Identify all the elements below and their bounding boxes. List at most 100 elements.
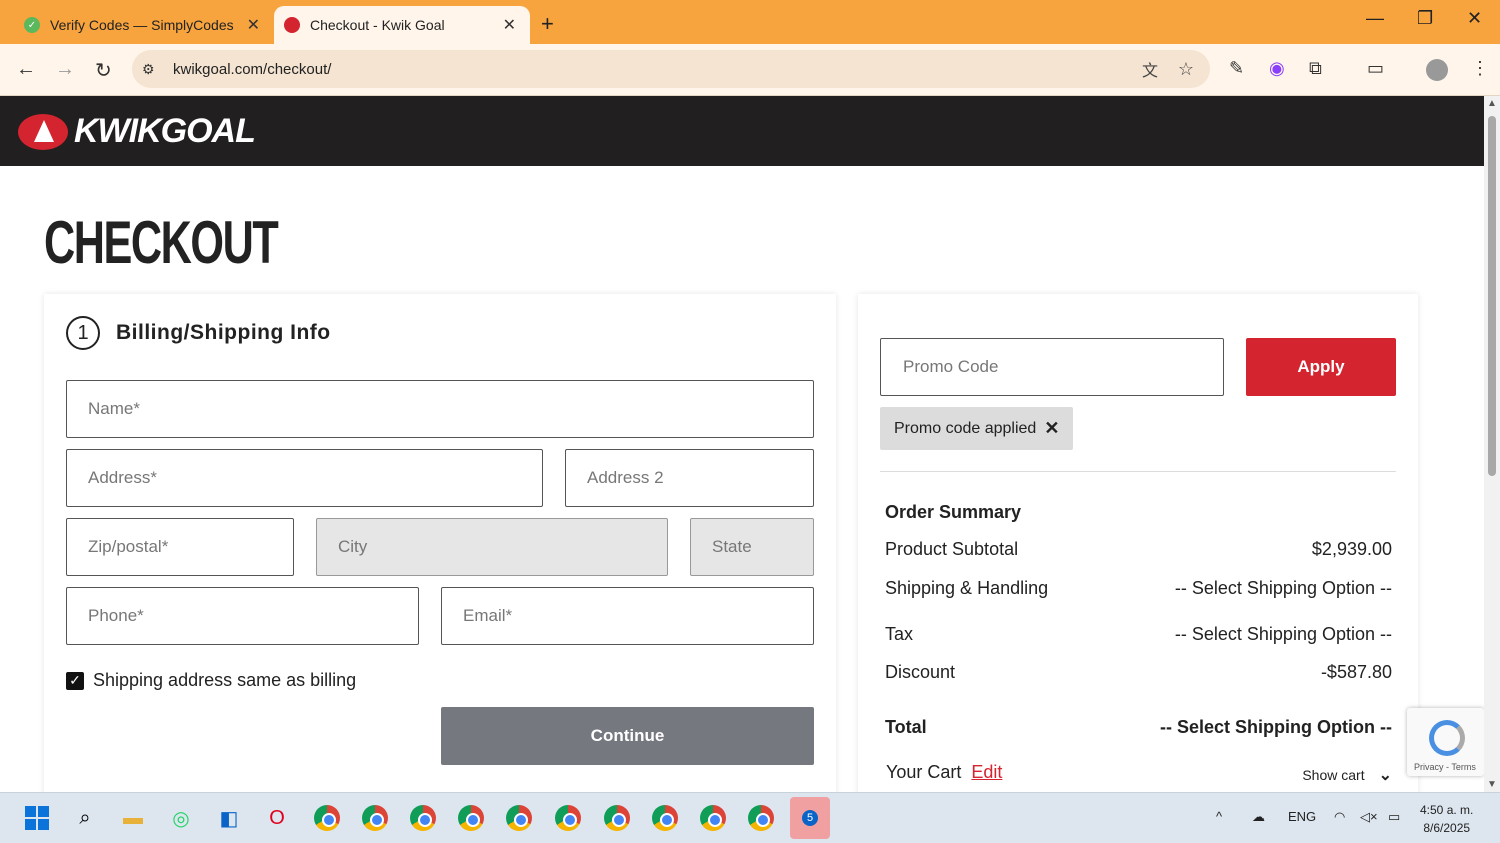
simplycodes-favicon-icon: ✓ — [24, 17, 40, 33]
address2-field[interactable]: Address 2 — [565, 449, 814, 507]
name-field[interactable]: Name* — [66, 380, 814, 438]
recaptcha-links[interactable]: Privacy - Terms — [1414, 762, 1476, 772]
promo-applied-chip: Promo code applied ✕ — [880, 407, 1074, 450]
menu-kebab-icon[interactable]: ⋮ — [1471, 58, 1489, 79]
bookmark-star-icon[interactable]: ☆ — [1178, 59, 1194, 80]
reload-icon[interactable]: ↻ — [95, 58, 112, 83]
profile-avatar[interactable] — [1426, 59, 1448, 81]
url-text: kwikgoal.com/checkout/ — [173, 60, 332, 78]
recaptcha-badge[interactable]: Privacy - Terms — [1407, 708, 1484, 776]
browser-tab-bar: ✓ Verify Codes — SimplyCodes ✕ Checkout … — [0, 0, 1500, 44]
same-address-label: Shipping address same as billing — [93, 670, 357, 690]
step-number: 1 — [66, 316, 100, 350]
badge-count: 5 — [802, 810, 818, 826]
recaptcha-icon — [1429, 720, 1465, 756]
kwikgoal-logo[interactable]: KWIKGOAL — [18, 112, 256, 151]
scrollbar-thumb[interactable] — [1488, 116, 1496, 476]
chevron-up-icon[interactable]: ^ — [1216, 809, 1222, 824]
restore-icon[interactable]: ❐ — [1417, 8, 1433, 29]
search-icon[interactable]: ⌕ — [70, 803, 100, 833]
address-field[interactable]: Address* — [66, 449, 543, 507]
remove-promo-icon[interactable]: ✕ — [1044, 418, 1059, 439]
promo-code-input[interactable]: Promo Code — [880, 338, 1224, 396]
battery-icon[interactable]: ▭ — [1388, 809, 1400, 825]
extension-icon[interactable]: ◉ — [1269, 58, 1285, 79]
tab-search-icon[interactable]: ▭ — [1367, 58, 1384, 79]
step-label: Billing/Shipping Info — [116, 321, 331, 344]
close-tab-icon[interactable]: ✕ — [247, 15, 260, 35]
app-with-badge-icon[interactable]: 5 — [790, 797, 830, 839]
show-cart-toggle[interactable]: Show cart ⌄ — [1302, 765, 1392, 785]
site-info-icon[interactable]: ⚙ — [142, 61, 155, 78]
back-icon[interactable]: ← — [16, 58, 36, 81]
same-address-checkbox[interactable]: ✓ Shipping address same as billing — [66, 670, 356, 691]
close-tab-icon[interactable]: ✕ — [503, 15, 516, 35]
start-windows-icon[interactable] — [22, 803, 52, 833]
windows-taskbar: ⌕ ▬ ◎ ◧ O 5 ^ ☁ ENG ◠ ◁× ▭ 4:50 a. m. 8/… — [0, 792, 1500, 843]
billing-card: 1 Billing/Shipping Info Name* Address* A… — [44, 294, 836, 792]
edit-cart-link[interactable]: Edit — [971, 762, 1002, 783]
page-title: CHECKOUT — [44, 209, 279, 276]
translate-icon[interactable]: 文 — [1142, 57, 1158, 81]
volume-muted-icon[interactable]: ◁× — [1360, 809, 1378, 825]
language-indicator[interactable]: ENG — [1288, 809, 1316, 824]
chrome-profile-icon[interactable] — [312, 803, 342, 833]
email-field[interactable]: Email* — [441, 587, 814, 645]
system-clock[interactable]: 4:50 a. m. 8/6/2025 — [1420, 801, 1473, 837]
order-summary-heading: Order Summary — [885, 502, 1022, 522]
promo-chip-label: Promo code applied — [894, 419, 1037, 437]
onedrive-cloud-icon[interactable]: ☁ — [1252, 809, 1265, 825]
file-explorer-icon[interactable]: ▬ — [118, 803, 148, 833]
chevron-down-icon: ⌄ — [1378, 767, 1392, 784]
row-value: -$587.80 — [1320, 662, 1392, 682]
row-label: Product Subtotal — [885, 539, 1019, 559]
zip-field[interactable]: Zip/postal* — [66, 518, 294, 576]
your-cart: Your Cart Edit — [886, 762, 1002, 783]
city-field[interactable]: City — [316, 518, 668, 576]
page-scrollbar[interactable]: ▲ ▼ — [1484, 96, 1500, 792]
state-field[interactable]: State — [690, 518, 814, 576]
summary-row-total: Total -- Select Shipping Option -- — [885, 717, 1392, 738]
chrome-profile-icon[interactable] — [456, 803, 486, 833]
kwikgoal-favicon-icon — [284, 17, 300, 33]
scroll-down-icon[interactable]: ▼ — [1487, 779, 1497, 790]
edit-extension-icon[interactable]: ✎ — [1229, 58, 1244, 79]
forward-icon[interactable]: → — [55, 58, 75, 81]
address-bar[interactable]: ⚙ kwikgoal.com/checkout/ 文 ☆ — [132, 50, 1210, 88]
tab-label: Verify Codes — SimplyCodes — [50, 17, 234, 33]
clock-time: 4:50 a. m. — [1420, 803, 1474, 817]
chrome-profile-icon[interactable] — [553, 803, 583, 833]
row-label: Tax — [885, 624, 914, 644]
total-value: -- Select Shipping Option -- — [1160, 717, 1392, 737]
apply-button[interactable]: Apply — [1246, 338, 1396, 396]
summary-row-subtotal: Product Subtotal $2,939.00 — [885, 539, 1392, 560]
chrome-profile-icon[interactable] — [650, 803, 680, 833]
chrome-profile-icon[interactable] — [360, 803, 390, 833]
continue-button[interactable]: Continue — [441, 707, 814, 765]
opera-icon[interactable]: O — [262, 803, 292, 833]
chrome-profile-icon[interactable] — [698, 803, 728, 833]
close-window-icon[interactable]: ✕ — [1467, 8, 1482, 29]
checkbox-checked-icon[interactable]: ✓ — [66, 671, 84, 690]
summary-row-tax: Tax -- Select Shipping Option -- — [885, 624, 1392, 645]
tab-kwikgoal[interactable]: Checkout - Kwik Goal ✕ — [274, 6, 530, 44]
chrome-profile-icon[interactable] — [746, 803, 776, 833]
logo-text: KWIKGOAL — [74, 112, 256, 150]
tab-label: Checkout - Kwik Goal — [310, 17, 445, 33]
row-label: Shipping & Handling — [885, 578, 1049, 598]
minimize-icon[interactable]: — — [1366, 8, 1384, 29]
whatsapp-icon[interactable]: ◎ — [166, 803, 196, 833]
your-cart-label: Your Cart — [886, 762, 962, 782]
chrome-profile-icon[interactable] — [504, 803, 534, 833]
chrome-profile-icon[interactable] — [602, 803, 632, 833]
scroll-up-icon[interactable]: ▲ — [1487, 98, 1497, 109]
new-tab-icon[interactable]: + — [541, 11, 554, 37]
tab-simplycodes[interactable]: ✓ Verify Codes — SimplyCodes ✕ — [12, 6, 274, 44]
summary-row-shipping: Shipping & Handling -- Select Shipping O… — [885, 578, 1392, 599]
chrome-profile-icon[interactable] — [408, 803, 438, 833]
wifi-icon[interactable]: ◠ — [1334, 809, 1345, 825]
outlook-icon[interactable]: ◧ — [214, 803, 244, 833]
extensions-puzzle-icon[interactable]: ⧉ — [1309, 58, 1322, 79]
phone-field[interactable]: Phone* — [66, 587, 419, 645]
summary-row-discount: Discount -$587.80 — [885, 662, 1392, 683]
